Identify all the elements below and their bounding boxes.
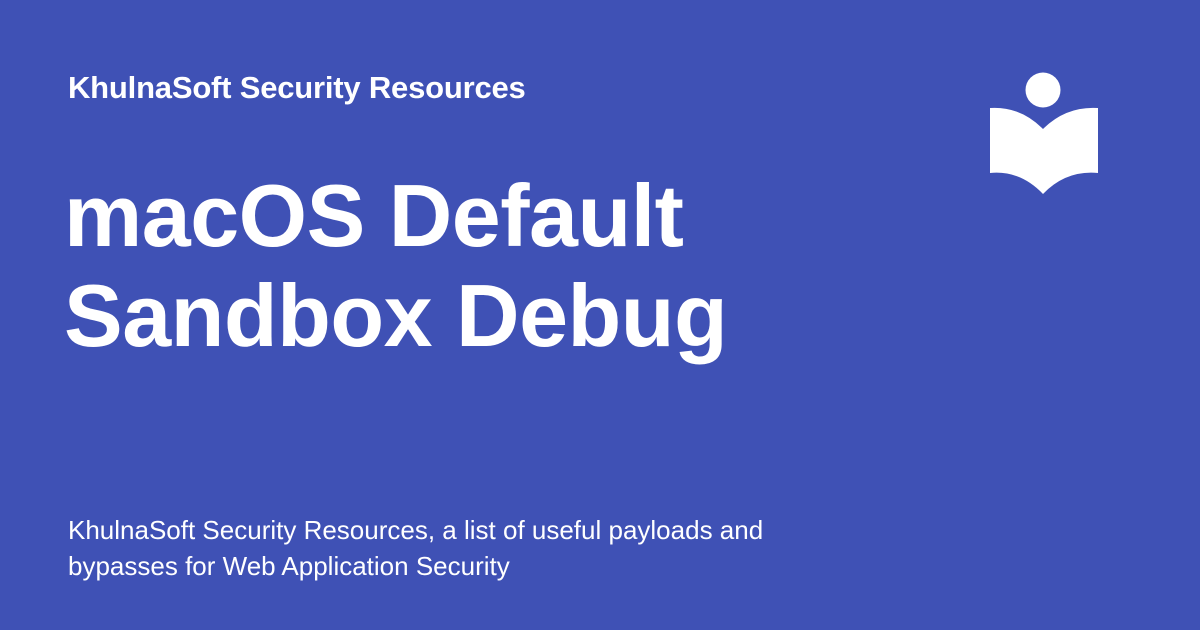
page-description: KhulnaSoft Security Resources, a list of… xyxy=(68,515,764,581)
book-reader-icon xyxy=(990,72,1098,194)
page-title-line-1: macOS Default xyxy=(64,166,684,265)
page-title-line-2: Sandbox Debug xyxy=(64,266,728,365)
site-name: KhulnaSoft Security Resources xyxy=(68,70,526,105)
page-title: macOS Default Sandbox Debug xyxy=(64,166,728,366)
